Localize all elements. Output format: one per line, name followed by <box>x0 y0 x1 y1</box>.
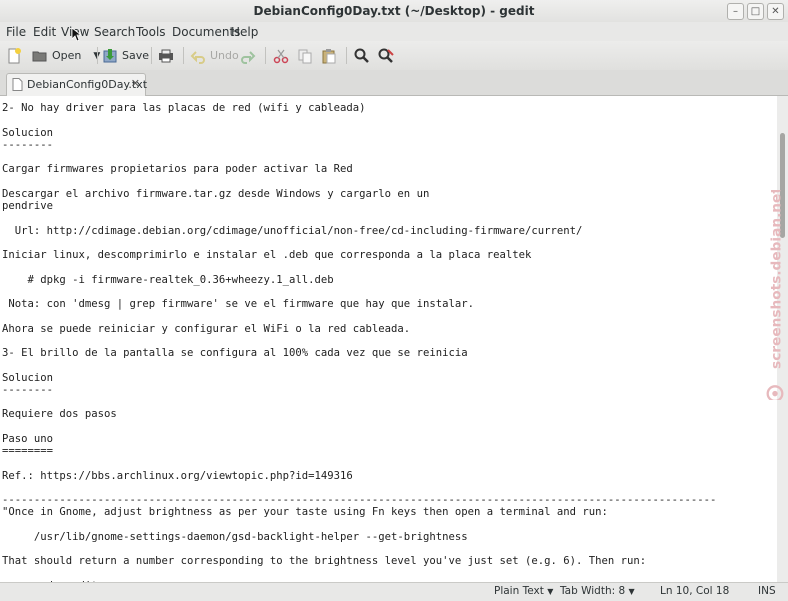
menu-bar: File Edit View Search Tools Documents He… <box>0 22 788 41</box>
new-document-icon <box>8 47 21 63</box>
editor-line: Solucion <box>2 371 54 384</box>
find-replace-button[interactable] <box>378 45 398 66</box>
undo-icon <box>190 50 205 64</box>
toolbar-separator <box>346 47 347 64</box>
watermark-text: screenshots.debian.net <box>768 190 784 369</box>
editor-line: Nota: con 'dmesg | grep firmware' se ve … <box>2 298 474 310</box>
menu-edit[interactable]: Edit <box>33 25 56 39</box>
toolbar-separator <box>151 47 152 64</box>
tab-label: DebianConfig0Day.txt <box>27 78 148 91</box>
tab-width-label: Tab Width: 8 <box>560 585 626 597</box>
search-replace-icon <box>378 48 394 63</box>
menu-search[interactable]: Search <box>94 25 135 39</box>
toolbar: Open ▼ Save Undo <box>0 41 788 71</box>
copy-button[interactable] <box>297 45 317 66</box>
editor-line: Cargar firmwares propietarios para poder… <box>2 163 353 176</box>
editor-line: Ref.: https://bbs.archlinux.org/viewtopi… <box>2 469 353 482</box>
editor-line: Iniciar linux, descomprimirlo e instalar… <box>2 249 532 261</box>
close-window-button[interactable]: ✕ <box>767 3 784 20</box>
editor-line: 2- No hay driver para las placas de red … <box>2 102 366 114</box>
new-document-button[interactable] <box>6 45 26 66</box>
text-editor[interactable]: 2- No hay driver para las placas de red … <box>0 96 778 582</box>
redo-button[interactable] <box>240 45 260 66</box>
editor-line: ======== <box>2 445 54 457</box>
chevron-down-icon: ▼ <box>628 587 635 596</box>
editor-line: Descargar el archivo firmware.tar.gz des… <box>2 187 430 200</box>
text-file-icon <box>12 78 23 91</box>
insert-mode: INS <box>758 585 776 597</box>
editor-line: Solucion <box>2 126 54 139</box>
menu-file[interactable]: File <box>6 25 26 39</box>
redo-icon <box>241 50 256 64</box>
paste-icon <box>322 48 336 63</box>
editor-line: 3- El brillo de la pantalla se configura… <box>2 347 468 359</box>
language-label: Plain Text <box>494 585 544 597</box>
status-bar: Plain Text ▼ Tab Width: 8 ▼ Ln 10, Col 1… <box>0 582 788 601</box>
editor-line: ----------------------------------------… <box>2 494 717 506</box>
editor-line: -------- <box>2 138 54 151</box>
folder-open-icon <box>32 51 47 61</box>
tab-strip: DebianConfig0Day.txt ✕ <box>0 70 788 96</box>
chevron-down-icon: ▼ <box>547 587 554 596</box>
save-icon <box>103 48 117 62</box>
toolbar-separator <box>97 47 98 64</box>
tab-document[interactable]: DebianConfig0Day.txt ✕ <box>6 73 148 96</box>
editor-line: -------- <box>2 383 54 396</box>
title-bar: DebianConfig0Day.txt (~/Desktop) - gedit… <box>0 0 788 23</box>
minimize-button[interactable]: – <box>727 3 744 20</box>
cut-button[interactable] <box>273 45 293 66</box>
editor-line: That should return a number correspondin… <box>2 555 647 568</box>
open-label: Open <box>52 49 82 62</box>
toolbar-separator <box>183 47 184 64</box>
editor-line: /usr/lib/gnome-settings-daemon/gsd-backl… <box>2 530 468 543</box>
tab-width-selector[interactable]: Tab Width: 8 ▼ <box>560 585 635 597</box>
undo-button[interactable]: Undo <box>190 45 239 66</box>
search-icon <box>354 48 369 63</box>
menu-tools[interactable]: Tools <box>136 25 166 39</box>
editor-line: Requiere dos pasos <box>2 408 117 421</box>
editor-line: Url: http://cdimage.debian.org/cdimage/u… <box>2 224 583 237</box>
maximize-button[interactable]: □ <box>747 3 764 20</box>
find-button[interactable] <box>354 45 374 66</box>
watermark: screenshots.debian.net <box>766 190 784 400</box>
save-label: Save <box>122 49 150 62</box>
menu-help[interactable]: Help <box>231 25 258 39</box>
editor-line: # dpkg -i firmware-realtek_0.36+wheezy.1… <box>2 273 334 286</box>
print-button[interactable] <box>158 45 178 66</box>
open-button[interactable]: Open ▼ <box>32 45 100 66</box>
editor-line: "Once in Gnome, adjust brightness as per… <box>2 506 608 519</box>
paste-button[interactable] <box>321 45 341 66</box>
copy-icon <box>298 49 312 63</box>
save-button[interactable]: Save <box>102 45 149 66</box>
editor-line: pendrive <box>2 200 54 212</box>
editor-line: Ahora se puede reiniciar y configurar el… <box>2 322 411 335</box>
window-title: DebianConfig0Day.txt (~/Desktop) - gedit <box>253 4 535 18</box>
mouse-cursor-icon <box>72 28 82 42</box>
language-selector[interactable]: Plain Text ▼ <box>494 585 553 597</box>
printer-icon <box>159 49 173 62</box>
editor-line: Paso uno <box>2 432 54 445</box>
undo-label: Undo <box>210 49 239 62</box>
scissors-icon <box>273 49 289 63</box>
tab-close-icon[interactable]: ✕ <box>131 77 140 90</box>
toolbar-separator <box>265 47 266 64</box>
cursor-position: Ln 10, Col 18 <box>660 585 730 597</box>
